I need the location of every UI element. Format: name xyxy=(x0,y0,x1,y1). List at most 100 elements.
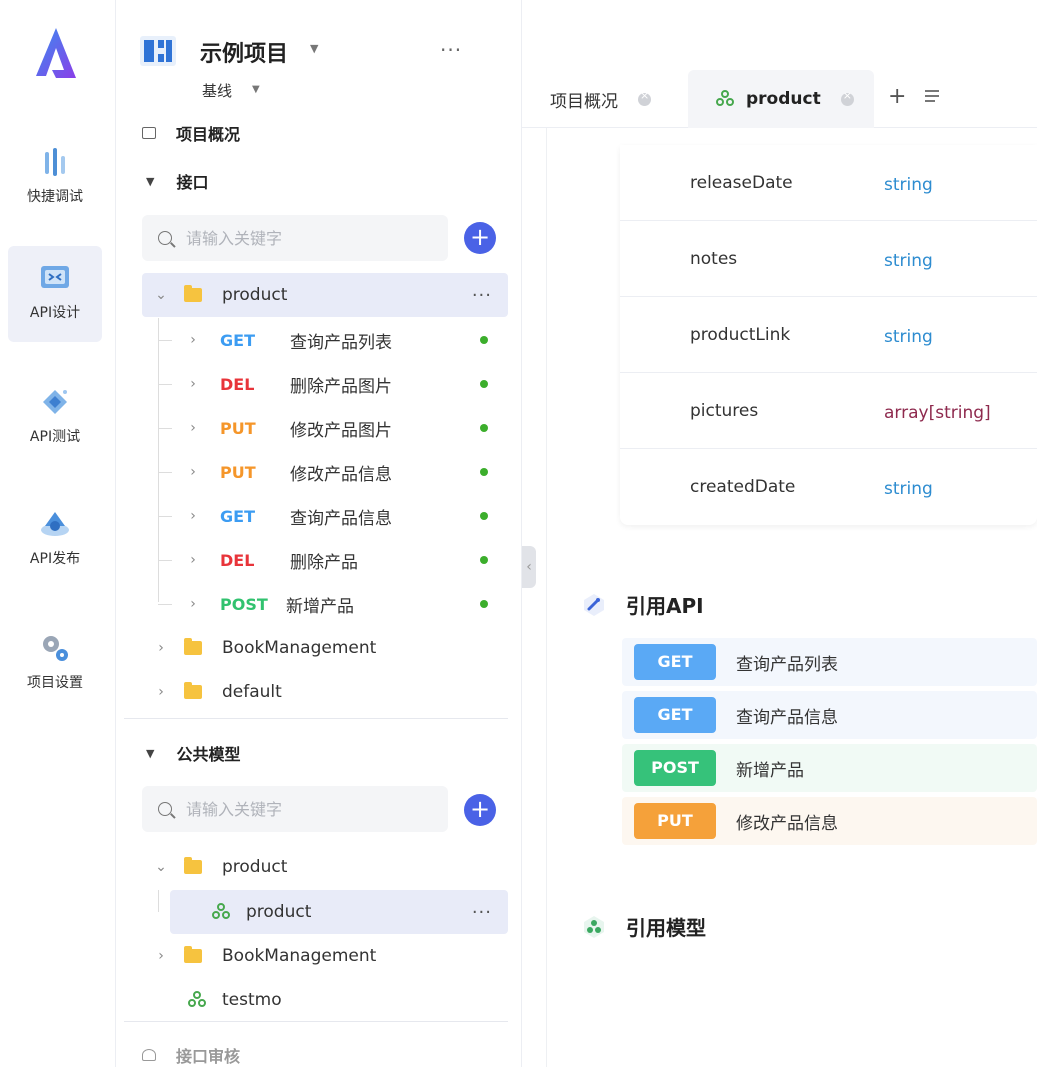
ref-api-row[interactable]: POST 新增产品 xyxy=(622,744,1037,792)
folder-label: BookManagement xyxy=(222,638,377,658)
model-folder-product[interactable]: ⌄ product xyxy=(142,845,508,889)
chevron-right-icon[interactable]: › xyxy=(186,596,200,612)
chevron-down-icon[interactable]: ▼ xyxy=(310,42,318,55)
nav-project-settings[interactable]: 项目设置 xyxy=(8,616,102,712)
endpoint-row[interactable]: › PUT 修改产品信息 xyxy=(142,450,508,494)
endpoint-row[interactable]: › GET 查询产品信息 xyxy=(142,494,508,538)
close-icon[interactable] xyxy=(638,89,651,106)
divider xyxy=(124,718,508,719)
endpoint-row[interactable]: › DEL 删除产品 xyxy=(142,538,508,582)
field-type: array[string] xyxy=(884,403,991,423)
field-name: releaseDate xyxy=(690,173,793,193)
nav-label: 项目设置 xyxy=(27,675,83,691)
method-badge: GET xyxy=(220,506,255,526)
endpoint-label: 新增产品 xyxy=(286,596,354,617)
model-search-input[interactable] xyxy=(186,799,426,819)
field-name: pictures xyxy=(690,401,759,421)
ref-api-label: 修改产品信息 xyxy=(736,813,838,834)
chevron-right-icon[interactable]: › xyxy=(154,948,168,964)
caret-down-icon: ▼ xyxy=(146,174,155,188)
folder-icon xyxy=(184,682,202,699)
endpoint-row[interactable]: › POST 新增产品 xyxy=(142,582,508,626)
field-name: createdDate xyxy=(690,477,796,497)
left-nav-rail: 快捷调试 API设计 API测试 API发布 项目设置 xyxy=(0,0,116,1067)
field-row: pictures array[string] xyxy=(620,373,1037,449)
field-row: createdDate string xyxy=(620,449,1037,525)
model-folder-bookmanagement[interactable]: › BookManagement xyxy=(142,934,508,978)
nav-api-test[interactable]: API测试 xyxy=(8,370,102,466)
more-icon[interactable]: ··· xyxy=(472,902,492,923)
ref-api-label: 查询产品信息 xyxy=(736,707,838,728)
chevron-right-icon[interactable]: › xyxy=(186,552,200,568)
endpoint-row[interactable]: › PUT 修改产品图片 xyxy=(142,406,508,450)
ref-api-row[interactable]: GET 查询产品列表 xyxy=(622,638,1037,686)
chevron-down-icon[interactable]: ⌄ xyxy=(154,859,168,875)
project-name[interactable]: 示例项目 xyxy=(200,36,288,68)
review-icon xyxy=(142,1049,156,1061)
model-item-testmo[interactable]: testmo xyxy=(142,978,508,1022)
section-interfaces[interactable]: ▼ 接口 xyxy=(146,168,208,194)
folder-icon xyxy=(184,285,202,302)
field-type: string xyxy=(884,251,933,271)
search-icon xyxy=(158,231,172,245)
chevron-right-icon[interactable]: › xyxy=(186,420,200,436)
method-badge: GET xyxy=(220,330,255,350)
baseline-selector[interactable]: 基线 xyxy=(202,80,232,101)
folder-label: product xyxy=(222,285,288,305)
ref-api-label: 查询产品列表 xyxy=(736,654,838,675)
ref-api-row[interactable]: PUT 修改产品信息 xyxy=(622,797,1037,845)
status-dot xyxy=(480,468,488,476)
chevron-down-icon[interactable]: ▼ xyxy=(252,84,260,95)
folder-icon xyxy=(184,946,202,963)
chevron-right-icon[interactable]: › xyxy=(154,640,168,656)
chevron-right-icon[interactable]: › xyxy=(186,464,200,480)
method-badge: PUT xyxy=(634,803,716,839)
status-dot xyxy=(480,556,488,564)
endpoint-row[interactable]: › GET 查询产品列表 xyxy=(142,318,508,362)
method-badge: POST xyxy=(220,594,268,614)
api-design-icon xyxy=(41,266,69,288)
nav-quick-debug[interactable]: 快捷调试 xyxy=(8,130,102,226)
project-more-button[interactable]: ··· xyxy=(440,38,462,62)
chevron-right-icon[interactable]: › xyxy=(186,508,200,524)
model-item-product[interactable]: product ··· xyxy=(170,890,508,934)
chevron-right-icon[interactable]: › xyxy=(186,376,200,392)
tab-label: product xyxy=(746,89,821,109)
ref-api-header: 引用API xyxy=(582,590,704,619)
chevron-right-icon[interactable]: › xyxy=(154,684,168,700)
nav-api-design[interactable]: API设计 xyxy=(8,246,102,342)
tree-review[interactable]: 接口审核 xyxy=(142,1042,240,1067)
nav-label: API发布 xyxy=(29,551,81,567)
field-type: string xyxy=(884,327,933,347)
model-search[interactable] xyxy=(142,786,448,832)
ref-api-row[interactable]: GET 查询产品信息 xyxy=(622,691,1037,739)
folder-default[interactable]: › default xyxy=(142,670,508,714)
tab-product[interactable]: product xyxy=(688,70,874,128)
tab-overview[interactable]: 项目概况 xyxy=(522,70,688,128)
folder-label: product xyxy=(222,857,288,877)
api-publish-icon xyxy=(41,512,69,536)
add-interface-button[interactable]: + xyxy=(464,222,496,254)
more-icon[interactable]: ··· xyxy=(472,285,492,306)
endpoint-row[interactable]: › DEL 删除产品图片 xyxy=(142,362,508,406)
add-model-button[interactable]: + xyxy=(464,794,496,826)
section-models[interactable]: ▼ 公共模型 xyxy=(146,740,240,766)
tree-overview[interactable]: 项目概况 xyxy=(142,120,240,146)
project-logo-icon xyxy=(140,36,176,66)
interface-search[interactable] xyxy=(142,215,448,261)
folder-product[interactable]: ⌄ product ··· xyxy=(142,273,508,317)
folder-bookmanagement[interactable]: › BookManagement xyxy=(142,626,508,670)
close-icon[interactable] xyxy=(840,89,854,106)
interface-search-input[interactable] xyxy=(186,228,426,248)
endpoint-label: 删除产品 xyxy=(290,552,358,573)
chevron-right-icon[interactable]: › xyxy=(186,332,200,348)
caret-down-icon: ▼ xyxy=(146,746,155,760)
collapse-panel-handle[interactable]: ‹ xyxy=(522,546,536,588)
tab-list-icon[interactable] xyxy=(925,90,941,104)
add-tab-button[interactable]: + xyxy=(888,84,906,109)
nav-label: API测试 xyxy=(29,429,81,445)
method-badge: PUT xyxy=(220,418,256,438)
project-tree-panel: 示例项目 ▼ ··· 基线 ▼ 项目概况 ▼ 接口 + ⌄ product ··… xyxy=(124,0,522,1067)
nav-api-publish[interactable]: API发布 xyxy=(8,492,102,588)
chevron-down-icon[interactable]: ⌄ xyxy=(154,287,168,303)
